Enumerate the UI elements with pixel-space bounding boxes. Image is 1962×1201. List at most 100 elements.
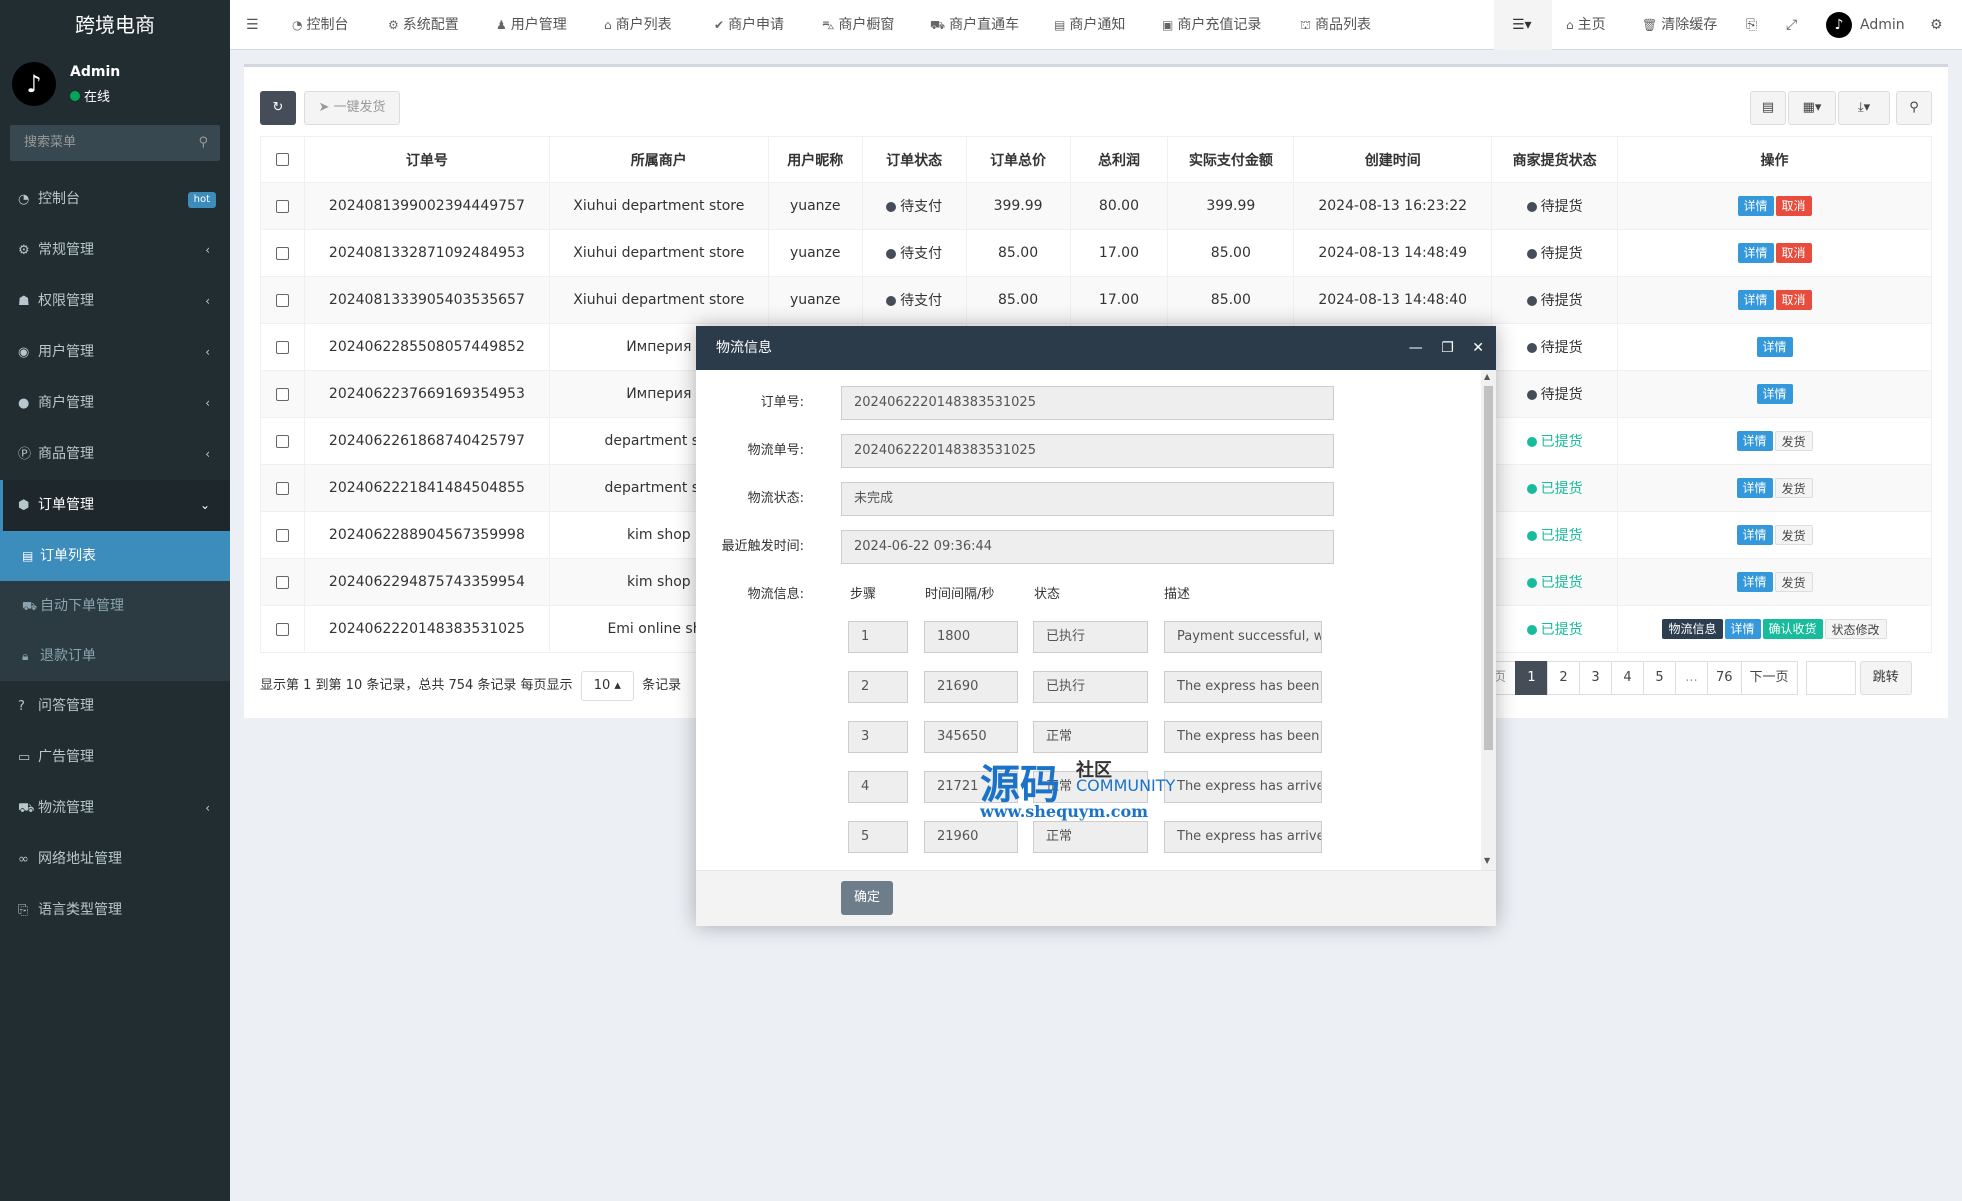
- order-no-field[interactable]: 2024062220148383531025: [841, 386, 1334, 420]
- row-checkbox[interactable]: [275, 293, 289, 307]
- ship-button[interactable]: 发货: [1774, 431, 1813, 451]
- close-icon[interactable]: ✕: [1472, 340, 1484, 356]
- sidebar-search-input[interactable]: 搜索菜单 ⚲: [10, 125, 220, 161]
- log-interval-field[interactable]: 1800: [924, 621, 1018, 653]
- sidebar-item-qa[interactable]: ? 问答管理: [0, 681, 230, 732]
- search-button[interactable]: ⚲: [1896, 91, 1932, 125]
- log-interval-field[interactable]: 21960: [924, 821, 1018, 853]
- fullscreen-icon[interactable]: ⤢: [1786, 0, 1797, 50]
- log-status-field[interactable]: 正常: [1033, 721, 1148, 753]
- scroll-thumb[interactable]: [1484, 386, 1493, 750]
- row-select-cell[interactable]: [260, 229, 305, 277]
- sidebar-item-general[interactable]: ⚙ 常规管理 ‹: [0, 225, 230, 276]
- col-header[interactable]: 创建时间: [1293, 136, 1493, 183]
- tab-system-config[interactable]: ⚙ 系统配置: [388, 0, 459, 50]
- detail-button[interactable]: 详情: [1736, 431, 1773, 451]
- log-desc-field[interactable]: Payment successful, waiting: [1164, 621, 1322, 653]
- row-select-cell[interactable]: [260, 558, 305, 606]
- page-size-select[interactable]: 10 ▴: [580, 671, 634, 701]
- cancel-button[interactable]: 取消: [1775, 243, 1812, 263]
- last-time-field[interactable]: 2024-06-22 09:36:44: [841, 530, 1334, 564]
- col-header[interactable]: 商家提货状态: [1491, 136, 1619, 183]
- log-desc-field[interactable]: The express has arrive: [1164, 821, 1322, 853]
- row-select-cell[interactable]: [260, 276, 305, 324]
- ship-button[interactable]: 发货: [1774, 478, 1813, 498]
- detail-button[interactable]: 详情: [1737, 243, 1774, 263]
- sidebar-item-permission[interactable]: ☗ 权限管理 ‹: [0, 276, 230, 327]
- log-step-field[interactable]: 1: [848, 621, 908, 653]
- col-header[interactable]: 用户昵称: [767, 136, 863, 183]
- log-desc-field[interactable]: The express has arrive: [1164, 771, 1322, 803]
- log-status-field[interactable]: 已执行: [1033, 621, 1148, 653]
- log-step-field[interactable]: 5: [848, 821, 908, 853]
- ship-all-button[interactable]: ➤ 一键发货: [304, 91, 400, 125]
- sidebar-item-logistics[interactable]: ⛟ 物流管理 ‹: [0, 783, 230, 834]
- page-button[interactable]: 3: [1579, 661, 1612, 695]
- row-checkbox[interactable]: [275, 481, 289, 495]
- minimize-icon[interactable]: —: [1409, 340, 1423, 356]
- admin-menu[interactable]: ♪ Admin: [1826, 0, 1905, 50]
- col-header[interactable]: 实际支付金额: [1167, 136, 1295, 183]
- page-button[interactable]: 2: [1547, 661, 1580, 695]
- row-checkbox[interactable]: [275, 622, 289, 636]
- sidebar-item-network[interactable]: ∞ 网络地址管理: [0, 834, 230, 885]
- tab-merchant-recharge[interactable]: ▣ 商户充值记录: [1162, 0, 1261, 50]
- tab-merchant-apply[interactable]: ✔ 商户申请: [714, 0, 784, 50]
- menu-toggle-icon[interactable]: ☰: [246, 0, 259, 50]
- tab-dashboard[interactable]: ◔ 控制台: [292, 0, 348, 50]
- row-select-cell[interactable]: [260, 464, 305, 512]
- row-checkbox[interactable]: [275, 199, 289, 213]
- row-select-cell[interactable]: [260, 605, 305, 653]
- search-icon[interactable]: ⚲: [198, 125, 208, 161]
- modal-scrollbar[interactable]: ▲ ▼: [1481, 370, 1496, 870]
- detail-button[interactable]: 详情: [1736, 525, 1773, 545]
- tab-merchant-notice[interactable]: ▤ 商户通知: [1054, 0, 1125, 50]
- detail-button[interactable]: 详情: [1756, 337, 1793, 357]
- tab-merchant-express[interactable]: ⛟ 商户直通车: [930, 0, 1019, 50]
- sidebar-item-auto-order[interactable]: ⛟ 自动下单管理: [0, 581, 230, 631]
- jump-page-input[interactable]: [1805, 661, 1856, 695]
- toggle-view-button[interactable]: ▤: [1750, 91, 1786, 125]
- status-edit-button[interactable]: 状态修改: [1824, 619, 1887, 639]
- sidebar-item-refund[interactable]: 🔒︎ 退款订单: [0, 631, 230, 681]
- log-step-field[interactable]: 2: [848, 671, 908, 703]
- row-select-cell[interactable]: [260, 370, 305, 418]
- select-all-checkbox[interactable]: [275, 153, 289, 166]
- maximize-icon[interactable]: ❐: [1441, 340, 1454, 356]
- cancel-button[interactable]: 取消: [1775, 196, 1812, 216]
- sidebar-item-language[interactable]: ⎘ 语言类型管理: [0, 885, 230, 936]
- sidebar-item-dashboard[interactable]: ◔ 控制台 hot: [0, 174, 230, 225]
- row-checkbox[interactable]: [275, 528, 289, 542]
- page-button[interactable]: 5: [1643, 661, 1676, 695]
- page-button[interactable]: 1: [1515, 661, 1548, 695]
- tab-product-list[interactable]: ⛫ 商品列表: [1300, 0, 1371, 50]
- cancel-button[interactable]: 取消: [1775, 290, 1812, 310]
- tab-user-management[interactable]: ♟ 用户管理: [496, 0, 567, 50]
- log-desc-field[interactable]: The express has been: [1164, 721, 1322, 753]
- jump-button[interactable]: 跳转: [1859, 661, 1912, 695]
- confirm-receipt-button[interactable]: 确认收货: [1762, 619, 1823, 639]
- page-button[interactable]: 76: [1707, 661, 1742, 695]
- log-step-field[interactable]: 4: [848, 771, 908, 803]
- next-page-button[interactable]: 下一页: [1740, 661, 1798, 695]
- app-logo[interactable]: 跨境电商: [0, 0, 230, 50]
- row-checkbox[interactable]: [275, 434, 289, 448]
- tab-merchant-list[interactable]: ⌂ 商户列表: [604, 0, 672, 50]
- col-header[interactable]: 订单号: [303, 136, 550, 183]
- logistics-status-field[interactable]: 未完成: [841, 482, 1334, 516]
- home-link[interactable]: ⌂ 主页: [1566, 0, 1606, 50]
- confirm-button[interactable]: 确定: [841, 881, 893, 915]
- page-button[interactable]: 4: [1611, 661, 1644, 695]
- row-select-cell[interactable]: [260, 182, 305, 230]
- detail-button[interactable]: 详情: [1737, 290, 1774, 310]
- detail-button[interactable]: 详情: [1737, 196, 1774, 216]
- row-checkbox[interactable]: [275, 340, 289, 354]
- row-select-cell[interactable]: [260, 511, 305, 559]
- detail-button[interactable]: 详情: [1736, 478, 1773, 498]
- log-desc-field[interactable]: The express has been: [1164, 671, 1322, 703]
- ship-button[interactable]: 发货: [1774, 572, 1813, 592]
- detail-button[interactable]: 详情: [1756, 384, 1793, 404]
- log-status-field[interactable]: 正常: [1033, 821, 1148, 853]
- select-all-cell[interactable]: [260, 136, 305, 183]
- logistics-info-button[interactable]: 物流信息: [1662, 619, 1723, 639]
